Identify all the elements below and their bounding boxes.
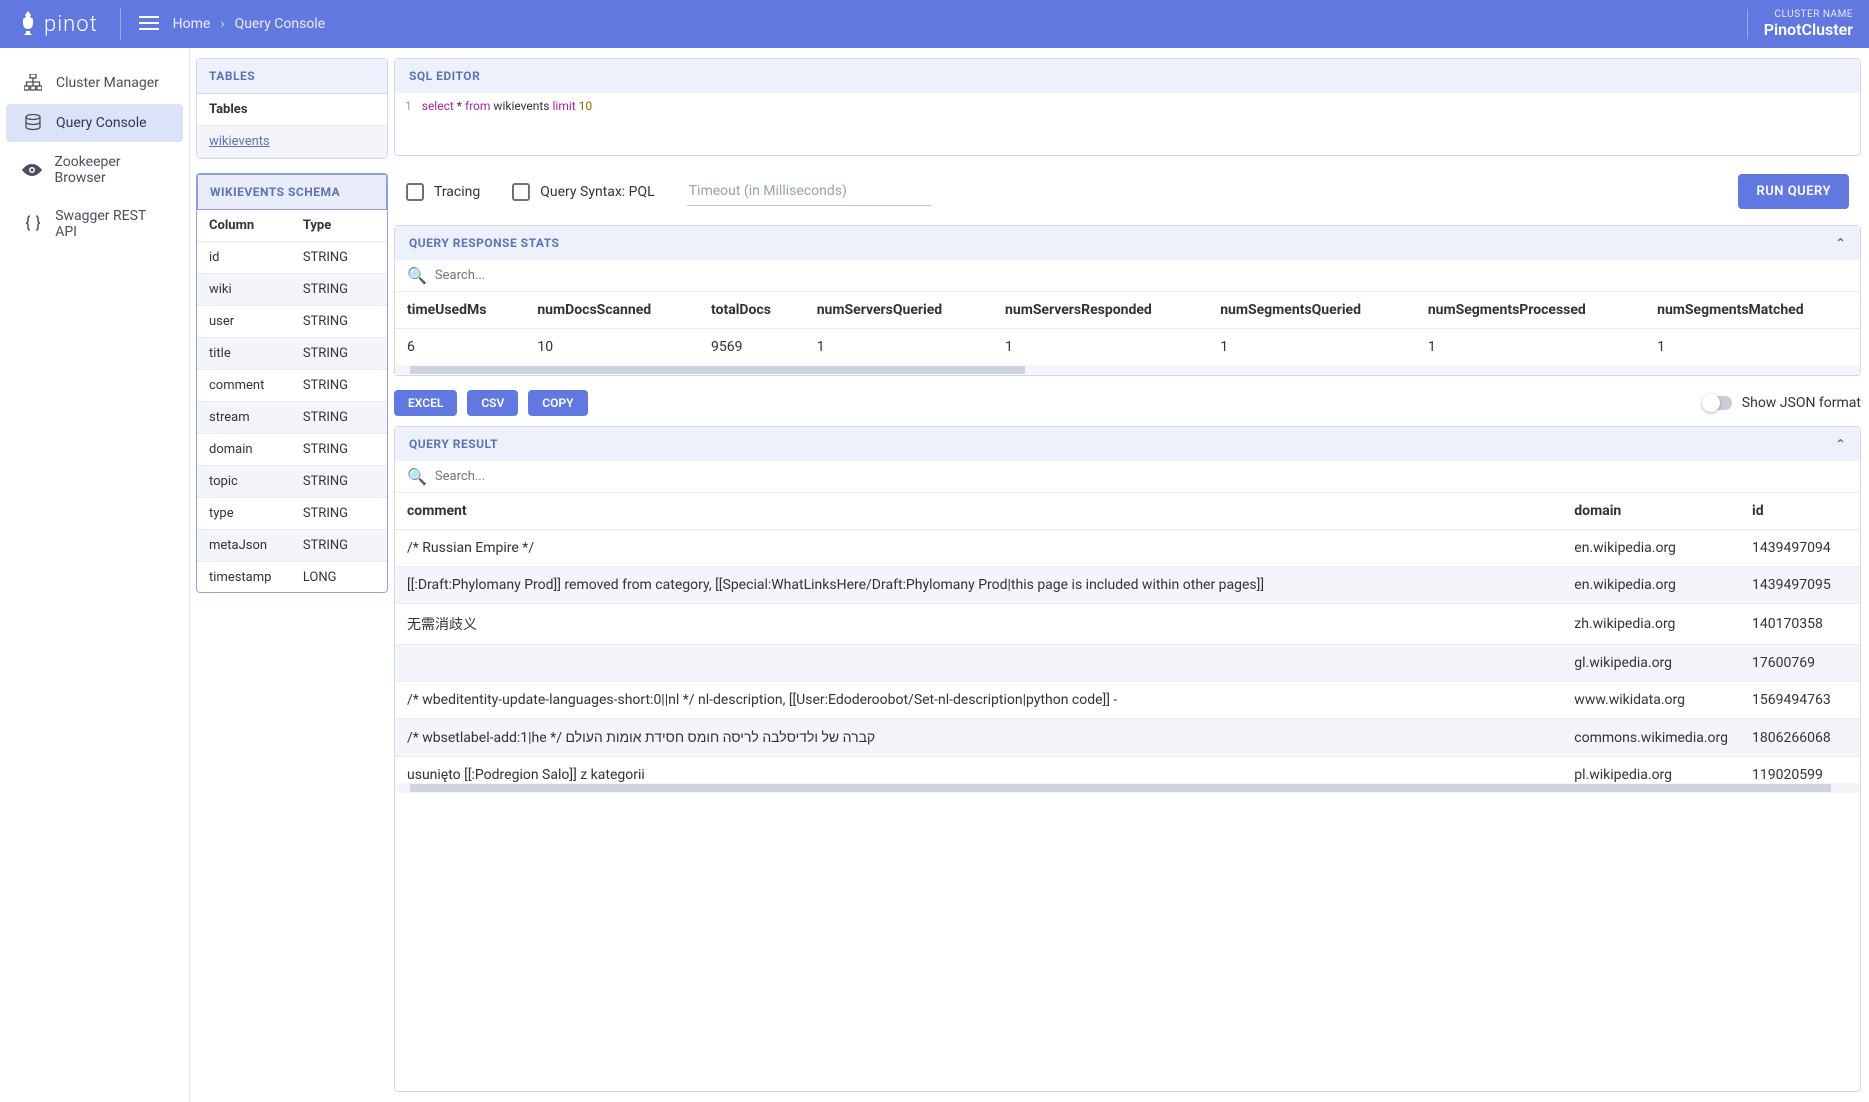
- result-row[interactable]: [[:Draft:Phylomany Prod]] removed from c…: [395, 567, 1860, 604]
- result-search: 🔍: [395, 461, 1860, 493]
- tables-panel-header: TABLES: [197, 59, 387, 94]
- db-icon: [22, 114, 44, 132]
- menu-toggle-button[interactable]: [125, 15, 173, 34]
- response-stats-header: QUERY RESPONSE STATS ⌃: [395, 226, 1860, 260]
- syntax-checkbox[interactable]: Query Syntax: PQL: [512, 183, 654, 201]
- stats-table: timeUsedMsnumDocsScannedtotalDocsnumServ…: [395, 292, 1860, 365]
- search-icon: 🔍: [407, 467, 427, 486]
- side-panel: TABLES Tables wikievents WIKIEVENTS SCHE…: [190, 48, 394, 1102]
- breadcrumb-current: Query Console: [235, 16, 326, 32]
- collapse-icon[interactable]: ⌃: [1835, 236, 1846, 250]
- timeout-input[interactable]: [687, 177, 931, 206]
- table-row[interactable]: wikievents: [197, 126, 387, 158]
- schema-row[interactable]: domainSTRING: [197, 434, 387, 466]
- pinot-logo-icon: [18, 11, 38, 37]
- schema-row[interactable]: metaJsonSTRING: [197, 530, 387, 562]
- result-row[interactable]: /* wbsetlabel-add:1|he */ קברה של ולדיסל…: [395, 719, 1860, 757]
- tracing-checkbox[interactable]: Tracing: [406, 183, 480, 201]
- sql-editor-card: SQL EDITOR 1 select * from wikievents li…: [394, 58, 1861, 156]
- schema-row[interactable]: topicSTRING: [197, 466, 387, 498]
- result-table: commentdomainid/* Russian Empire */en.wi…: [395, 493, 1860, 783]
- schema-panel-header: WIKIEVENTS SCHEMA: [197, 174, 387, 210]
- stats-header-row: timeUsedMsnumDocsScannedtotalDocsnumServ…: [395, 292, 1860, 329]
- result-header-row: commentdomainid: [395, 493, 1860, 530]
- json-switch[interactable]: [1704, 396, 1732, 410]
- logo[interactable]: pinot: [0, 11, 116, 37]
- stats-search: 🔍: [395, 260, 1860, 292]
- schema-header-row: ColumnType: [197, 210, 387, 242]
- schema-row[interactable]: userSTRING: [197, 306, 387, 338]
- left-nav: Cluster ManagerQuery ConsoleZookeeper Br…: [0, 48, 190, 1102]
- schema-row[interactable]: titleSTRING: [197, 338, 387, 370]
- result-search-input[interactable]: [435, 469, 1848, 484]
- logo-text: pinot: [44, 12, 98, 37]
- tables-panel: TABLES Tables wikievents: [196, 58, 388, 159]
- schema-row[interactable]: commentSTRING: [197, 370, 387, 402]
- stats-search-input[interactable]: [435, 268, 1848, 283]
- sql-editor-header: SQL EDITOR: [395, 59, 1860, 93]
- result-row[interactable]: /* wbeditentity-update-languages-short:0…: [395, 682, 1860, 719]
- nav-item-query-console[interactable]: Query Console: [6, 104, 183, 142]
- content: SQL EDITOR 1 select * from wikievents li…: [394, 48, 1869, 1102]
- schema-row[interactable]: streamSTRING: [197, 402, 387, 434]
- sql-editor[interactable]: 1 select * from wikievents limit 10: [395, 93, 1860, 155]
- sitemap-icon: [22, 74, 44, 92]
- hamburger-icon: [139, 16, 159, 30]
- checkbox-icon: [512, 183, 530, 201]
- result-row[interactable]: /* Russian Empire */en.wikipedia.org1439…: [395, 530, 1860, 567]
- line-number: 1: [405, 99, 412, 149]
- collapse-icon[interactable]: ⌃: [1835, 437, 1846, 451]
- curly-icon: [22, 215, 43, 233]
- schema-row[interactable]: idSTRING: [197, 242, 387, 274]
- result-scrollbar[interactable]: [395, 783, 1860, 793]
- search-icon: 🔍: [407, 266, 427, 285]
- copy-button[interactable]: COPY: [528, 390, 587, 416]
- stats-scrollbar[interactable]: [395, 365, 1860, 375]
- result-row[interactable]: gl.wikipedia.org17600769: [395, 645, 1860, 682]
- schema-panel: WIKIEVENTS SCHEMA ColumnTypeidSTRINGwiki…: [196, 173, 388, 593]
- query-result-card: QUERY RESULT ⌃ 🔍 commentdomainid/* Russi…: [394, 426, 1861, 1092]
- nav-item-cluster-manager[interactable]: Cluster Manager: [6, 64, 183, 102]
- export-bar: EXCEL CSV COPY Show JSON format: [394, 386, 1861, 416]
- json-toggle: Show JSON format: [1704, 395, 1861, 411]
- cluster-info: CLUSTER NAME PinotCluster: [1747, 9, 1869, 39]
- response-stats-card: QUERY RESPONSE STATS ⌃ 🔍 timeUsedMsnumDo…: [394, 225, 1861, 376]
- csv-button[interactable]: CSV: [467, 390, 518, 416]
- breadcrumb: Home › Query Console: [173, 16, 326, 32]
- nav-item-swagger-rest-api[interactable]: Swagger REST API: [6, 198, 183, 250]
- schema-row[interactable]: typeSTRING: [197, 498, 387, 530]
- excel-button[interactable]: EXCEL: [394, 390, 457, 416]
- schema-row[interactable]: wikiSTRING: [197, 274, 387, 306]
- app-header: pinot Home › Query Console CLUSTER NAME …: [0, 0, 1869, 48]
- query-result-header: QUERY RESULT ⌃: [395, 427, 1860, 461]
- nav-item-zookeeper-browser[interactable]: Zookeeper Browser: [6, 144, 183, 196]
- breadcrumb-home[interactable]: Home: [173, 16, 211, 32]
- table-link[interactable]: wikievents: [209, 134, 270, 149]
- stats-data-row: 610956911111: [395, 329, 1860, 366]
- query-options-bar: Tracing Query Syntax: PQL RUN QUERY: [394, 166, 1861, 215]
- sql-line: select * from wikievents limit 10: [422, 99, 592, 149]
- eye-icon: [22, 164, 43, 176]
- result-row[interactable]: 无需消歧义zh.wikipedia.org140170358: [395, 604, 1860, 645]
- tables-header-row: Tables: [197, 94, 387, 126]
- checkbox-icon: [406, 183, 424, 201]
- separator: [120, 8, 121, 40]
- result-row[interactable]: usunięto [[:Podregion Salo]] z kategorii…: [395, 757, 1860, 784]
- cluster-name: PinotCluster: [1764, 20, 1853, 39]
- chevron-right-icon: ›: [220, 16, 224, 32]
- cluster-label: CLUSTER NAME: [1764, 9, 1853, 20]
- run-query-button[interactable]: RUN QUERY: [1738, 174, 1849, 209]
- schema-row[interactable]: timestampLONG: [197, 562, 387, 592]
